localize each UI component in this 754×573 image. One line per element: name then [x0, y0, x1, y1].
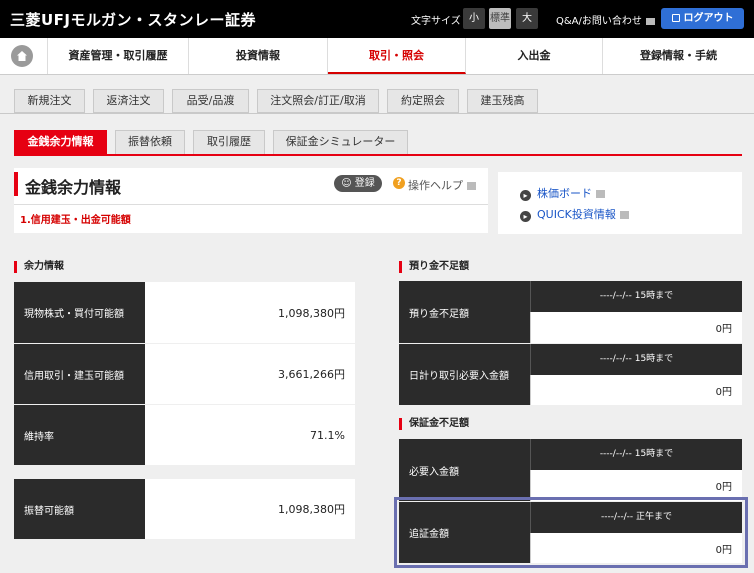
- row-value: 0円: [530, 533, 742, 563]
- table-row: 維持率 71.1%: [14, 405, 355, 465]
- font-size-standard-button[interactable]: 標準: [489, 8, 511, 29]
- tab-cash-capacity[interactable]: 金銭余力情報: [14, 130, 107, 154]
- row-value: 0円: [530, 470, 742, 501]
- subtab-repay-order[interactable]: 返済注文: [93, 89, 164, 113]
- subsection-title: 1.信用建玉・出金可能額: [20, 215, 131, 226]
- top-bar: 三菱UFJモルガン・スタンレー証券 文字サイズ 小 標準 大 Q&A/お問い合わ…: [0, 0, 754, 38]
- table-row: 日計り取引必要入金額 ----/--/-- 15時まで 0円: [399, 344, 742, 405]
- font-size-label: 文字サイズ: [411, 16, 461, 27]
- nav-investment-info[interactable]: 投資情報: [189, 38, 328, 74]
- font-size-small-button[interactable]: 小: [463, 8, 485, 29]
- quick-info-label: QUICK投資情報: [537, 208, 616, 221]
- subtab-new-order[interactable]: 新規注文: [14, 89, 85, 113]
- table-row: 預り金不足額 ----/--/-- 15時まで 0円: [399, 281, 742, 343]
- row-value: 0円: [530, 312, 742, 343]
- help-label: 操作ヘルプ: [408, 179, 463, 192]
- register-button[interactable]: ☺ 登録: [334, 175, 382, 192]
- row-value: 1,098,380円: [145, 282, 355, 343]
- brand-logo[interactable]: 三菱UFJモルガン・スタンレー証券: [10, 9, 256, 30]
- deposit-shortfall-heading: 預り金不足額: [399, 261, 469, 273]
- table-row: 信用取引・建玉可能額 3,661,266円: [14, 344, 355, 404]
- lock-icon: [671, 14, 680, 22]
- row-label: 日計り取引必要入金額: [399, 344, 530, 405]
- main-nav: 資産管理・取引履歴 投資情報 取引・照会 入出金 登録情報・手続: [0, 38, 754, 75]
- row-label: 振替可能額: [14, 479, 145, 539]
- row-deadline: ----/--/-- 15時まで: [530, 439, 742, 470]
- table-row: 必要入金額 ----/--/-- 15時まで 0円: [399, 439, 742, 501]
- subtab-divider: [0, 113, 754, 114]
- stock-board-link[interactable]: ▸ 株価ボード: [520, 185, 605, 201]
- page-title: 金銭余力情報: [25, 178, 122, 197]
- table-row: 振替可能額 1,098,380円: [14, 479, 355, 539]
- window-icon: [645, 17, 655, 25]
- tab-transfer-request[interactable]: 振替依頼: [115, 130, 185, 154]
- tab-trade-history[interactable]: 取引履歴: [193, 130, 265, 154]
- row-value: 3,661,266円: [145, 344, 355, 404]
- capacity-heading: 余力情報: [14, 261, 64, 273]
- subtab-execution[interactable]: 約定照会: [387, 89, 459, 113]
- qa-contact-label: Q&A/お問い合わせ: [556, 16, 642, 27]
- register-label: 登録: [354, 178, 375, 189]
- row-label: 維持率: [14, 405, 145, 465]
- margin-shortfall-heading: 保証金不足額: [399, 418, 469, 430]
- row-label: 現物株式・買付可能額: [14, 282, 145, 343]
- home-button[interactable]: [0, 38, 48, 74]
- window-icon: [467, 182, 476, 190]
- row-deadline: ----/--/-- 15時まで: [530, 344, 742, 375]
- row-label: 信用取引・建玉可能額: [14, 344, 145, 404]
- tab-underline: [14, 154, 742, 156]
- title-accent: [14, 172, 18, 196]
- nav-deposit-withdrawal[interactable]: 入出金: [466, 38, 603, 74]
- subtab-positions[interactable]: 建玉残高: [467, 89, 538, 113]
- row-deadline: ----/--/-- 15時まで: [530, 281, 742, 312]
- title-panel: 金銭余力情報 ☺ 登録 ? 操作ヘルプ 1.信用建玉・出金可能額: [14, 168, 488, 233]
- row-value: 0円: [530, 375, 742, 405]
- qa-contact-link[interactable]: Q&A/お問い合わせ: [556, 12, 655, 27]
- font-size-large-button[interactable]: 大: [516, 8, 538, 29]
- row-deadline: ----/--/-- 正午まで: [530, 502, 742, 533]
- stock-board-label: 株価ボード: [537, 187, 592, 200]
- row-value: 71.1%: [145, 405, 355, 465]
- subtab-order-inquiry[interactable]: 注文照会/訂正/取消: [257, 89, 379, 113]
- title-divider: [14, 204, 488, 205]
- quick-links-panel: ▸ 株価ボード ▸ QUICK投資情報: [498, 172, 742, 234]
- logout-button[interactable]: ログアウト: [661, 8, 744, 29]
- window-icon: [596, 190, 605, 198]
- subtab-delivery[interactable]: 品受/品渡: [172, 89, 249, 113]
- tab-margin-simulator[interactable]: 保証金シミュレーター: [273, 130, 408, 154]
- help-icon[interactable]: ?: [393, 177, 405, 189]
- arrow-right-icon: ▸: [520, 211, 531, 222]
- row-label: 預り金不足額: [399, 281, 530, 343]
- row-value: 1,098,380円: [145, 479, 355, 539]
- table-row: 追証金額 ----/--/-- 正午まで 0円: [399, 502, 742, 563]
- row-label: 必要入金額: [399, 439, 530, 501]
- window-icon: [619, 211, 629, 219]
- row-label: 追証金額: [399, 502, 530, 563]
- nav-asset-management[interactable]: 資産管理・取引履歴: [48, 38, 189, 74]
- operation-help-link[interactable]: 操作ヘルプ: [408, 177, 476, 193]
- arrow-right-icon: ▸: [520, 190, 531, 201]
- nav-trade-inquiry[interactable]: 取引・照会: [328, 38, 466, 74]
- nav-registration[interactable]: 登録情報・手続: [603, 38, 754, 74]
- table-row: 現物株式・買付可能額 1,098,380円: [14, 282, 355, 343]
- logout-label: ログアウト: [683, 13, 734, 24]
- quick-info-link[interactable]: ▸ QUICK投資情報: [520, 206, 629, 222]
